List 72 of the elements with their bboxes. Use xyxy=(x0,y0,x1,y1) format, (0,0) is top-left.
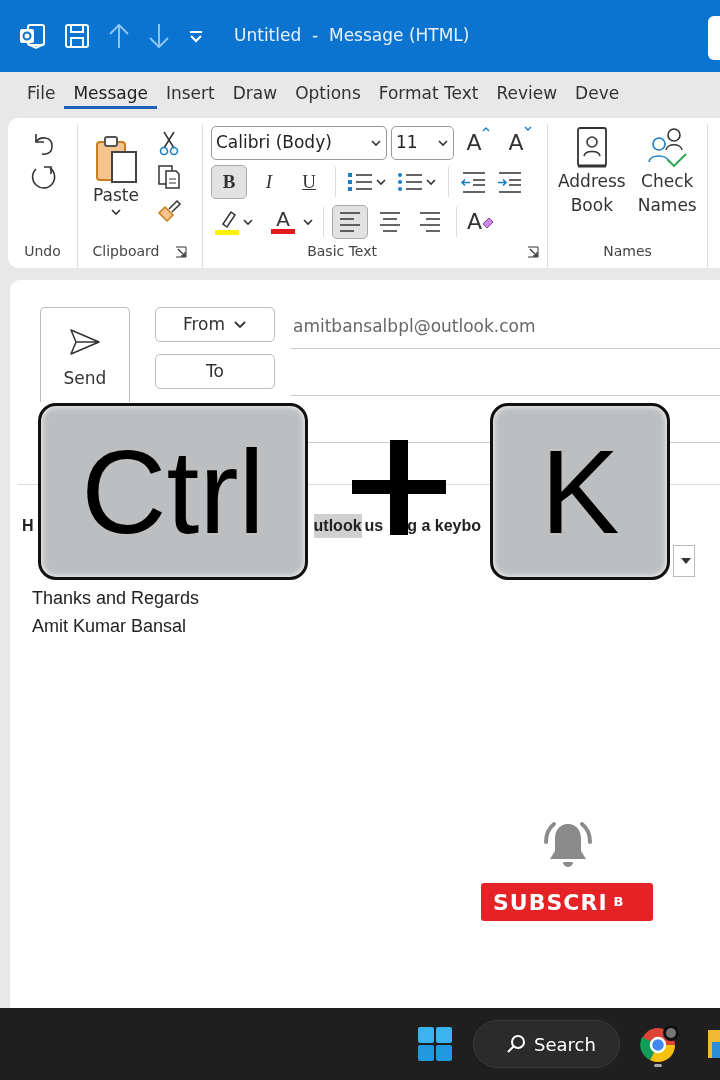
browser-icon[interactable] xyxy=(640,1025,680,1067)
keyboard-key: K xyxy=(490,403,670,580)
folder-icon[interactable] xyxy=(708,1028,720,1060)
search-icon xyxy=(506,1034,526,1054)
caret-icon xyxy=(370,138,382,147)
ribbon-tab[interactable]: Review xyxy=(487,81,567,109)
chevron-down-icon xyxy=(233,319,248,330)
caret-icon xyxy=(437,138,449,147)
arrow-down-icon[interactable] xyxy=(148,23,170,49)
font-color-button[interactable]: A xyxy=(269,207,297,236)
group-label: Undo xyxy=(23,242,62,261)
ribbon-tab[interactable]: File xyxy=(18,81,65,109)
font-size-select[interactable]: 11 xyxy=(391,125,454,160)
clipboard-icon xyxy=(94,134,138,185)
outdent-icon xyxy=(459,170,487,194)
body-text: g a keybo xyxy=(407,516,482,536)
paste-button[interactable]: Paste xyxy=(86,124,146,226)
caret-icon[interactable] xyxy=(301,217,315,226)
group-label: Names xyxy=(602,242,653,261)
ribbon-tab[interactable]: Message xyxy=(64,81,157,109)
style-button[interactable]: B xyxy=(211,165,247,199)
body-text: H xyxy=(22,516,34,536)
body-text: utlook xyxy=(313,514,362,538)
caret-icon xyxy=(110,207,122,216)
ribbon-tab[interactable]: Format Text xyxy=(369,81,488,109)
body-text: us xyxy=(364,516,384,536)
ribbon-tab[interactable]: Options xyxy=(286,81,370,109)
windows-start-icon[interactable] xyxy=(417,1026,453,1062)
scissors-icon xyxy=(158,130,180,156)
ribbon-tab[interactable]: Draw xyxy=(223,81,287,109)
subscribe-banner[interactable]: SUBSCRI B xyxy=(481,883,653,921)
caret-icon xyxy=(681,558,691,564)
group-label: Clipboard xyxy=(92,242,160,261)
ribbon-tab[interactable]: Insert xyxy=(156,81,224,109)
taskbar-search[interactable]: Search xyxy=(473,1020,620,1068)
outlook-icon[interactable] xyxy=(18,22,46,50)
caret-icon xyxy=(241,217,255,226)
caret-icon xyxy=(424,178,438,186)
style-button[interactable]: I xyxy=(251,165,287,199)
address-book-button[interactable]: Address Book xyxy=(556,124,628,220)
grow-font-button[interactable]: A xyxy=(458,124,498,161)
from-button[interactable]: From xyxy=(155,307,275,342)
group-label: Basic Text xyxy=(307,242,377,261)
align-left-button[interactable] xyxy=(332,204,368,239)
to-button[interactable]: To xyxy=(155,354,275,389)
dialog-launcher-icon[interactable] xyxy=(175,245,188,258)
check-names-button[interactable]: Check Names xyxy=(635,124,699,220)
ribbon-tab[interactable]: Deve xyxy=(566,81,629,109)
from-address: amitbansalbpl@outlook.com xyxy=(293,315,536,338)
dropdown-control[interactable] xyxy=(673,545,695,577)
keyboard-key: Ctrl xyxy=(38,403,308,580)
send-icon xyxy=(69,328,101,356)
chevron-down-icon xyxy=(523,126,532,132)
dialog-launcher-icon[interactable] xyxy=(527,245,539,258)
shrink-font-button[interactable]: A xyxy=(502,124,538,161)
eraser-icon xyxy=(482,215,495,228)
caret-icon xyxy=(374,178,388,186)
arrow-up-icon[interactable] xyxy=(108,23,130,49)
send-button[interactable]: Send xyxy=(40,307,130,402)
indent-icon xyxy=(495,170,523,194)
clear-formatting-button[interactable]: A xyxy=(465,203,497,240)
save-icon[interactable] xyxy=(64,23,90,49)
paintbrush-icon xyxy=(156,198,182,224)
copy-icon xyxy=(157,164,181,190)
signature-line: Amit Kumar Bansal xyxy=(32,615,188,638)
paste-label: Paste xyxy=(93,184,139,208)
chevron-up-icon xyxy=(481,126,490,132)
customize-icon[interactable] xyxy=(188,29,204,44)
window-title: Untitled - Message (HTML) xyxy=(234,24,470,48)
font-select[interactable]: Calibri (Body) xyxy=(211,125,387,160)
style-button[interactable]: U xyxy=(291,165,327,199)
signature-line: Thanks and Regards xyxy=(32,587,200,610)
